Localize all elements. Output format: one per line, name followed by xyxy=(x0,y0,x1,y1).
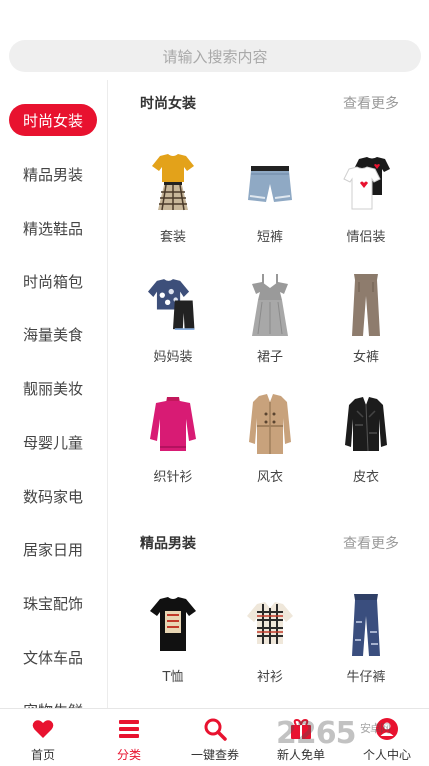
subcategory-label: 风衣 xyxy=(256,470,283,485)
mom-outfit-icon xyxy=(148,270,198,340)
bottom-tab-bar: 首页 分类 一键查券 新人免单 个人中心 xyxy=(0,708,429,766)
subcategory-label: T恤 xyxy=(162,670,184,685)
list-icon xyxy=(119,720,139,738)
subcategory-item[interactable]: 裙子 xyxy=(220,270,320,380)
category-content: 时尚女装 查看更多 套装 短裤 情侣装 妈妈装 裙子 女裤 织针衫 风衣 皮衣 … xyxy=(109,80,429,708)
subcategory-item[interactable]: 情侣装 xyxy=(316,150,416,260)
subcategory-item[interactable]: 织针衫 xyxy=(123,390,223,500)
sidebar-item-sports-car[interactable]: 文体车品 xyxy=(9,641,97,673)
subcategory-item[interactable]: 套装 xyxy=(123,150,223,260)
tab-profile[interactable]: 个人中心 xyxy=(344,709,429,766)
sidebar-item-bags[interactable]: 时尚箱包 xyxy=(9,265,97,297)
subcategory-item[interactable]: T恤 xyxy=(123,590,223,700)
womens-pants-icon xyxy=(341,270,391,340)
subcategory-label: 女裤 xyxy=(352,350,379,365)
subcategory-item[interactable]: 短裤 xyxy=(220,150,320,260)
section-title: 精品男装 xyxy=(140,536,196,552)
trench-coat-icon xyxy=(245,390,295,460)
sidebar-item-baby[interactable]: 母婴儿童 xyxy=(9,426,97,458)
watermark-subtext: 安卓网 xyxy=(360,722,391,735)
tab-label: 首页 xyxy=(30,748,55,762)
subcategory-item[interactable]: 牛仔裤 xyxy=(316,590,416,700)
subcategory-label: 裙子 xyxy=(256,350,283,365)
sidebar-item-home[interactable]: 居家日用 xyxy=(9,533,97,565)
category-sidebar: 时尚女装 精品男装 精选鞋品 时尚箱包 海量美食 靓丽美妆 母婴儿童 数码家电 … xyxy=(0,80,108,708)
sidebar-item-food[interactable]: 海量美食 xyxy=(9,318,97,350)
section-header: 精品男装 查看更多 xyxy=(109,533,429,557)
denim-shorts-icon xyxy=(245,150,295,220)
tab-coupon-search[interactable]: 一键查券 xyxy=(172,709,258,766)
subcategory-item[interactable]: 妈妈装 xyxy=(123,270,223,380)
sidebar-item-womens-fashion[interactable]: 时尚女装 xyxy=(9,104,97,136)
subcategory-label: 衬衫 xyxy=(256,670,283,685)
subcategory-label: 牛仔裤 xyxy=(346,670,386,685)
sidebar-item-pets[interactable]: 宠物生鲜 xyxy=(9,694,97,709)
sidebar-item-beauty[interactable]: 靓丽美妆 xyxy=(9,372,97,404)
couple-tshirts-icon xyxy=(341,150,391,220)
watermark-text: 2265 xyxy=(276,716,356,751)
tshirt-icon xyxy=(148,590,198,660)
leather-jacket-icon xyxy=(341,390,391,460)
subcategory-item[interactable]: 皮衣 xyxy=(316,390,416,500)
outfit-set-icon xyxy=(148,150,198,220)
subcategory-label: 情侣装 xyxy=(346,230,386,245)
tab-label: 个人中心 xyxy=(362,748,411,762)
tab-label: 一键查券 xyxy=(190,748,239,762)
subcategory-item[interactable]: 衬衫 xyxy=(220,590,320,700)
knit-sweater-icon xyxy=(148,390,198,460)
section-title: 时尚女装 xyxy=(140,96,196,112)
tab-label: 分类 xyxy=(116,748,141,762)
search-icon xyxy=(204,718,227,741)
tab-category[interactable]: 分类 xyxy=(86,709,172,766)
subcategory-label: 套装 xyxy=(159,230,186,245)
watermark-logo: 2265 安卓网 xyxy=(276,716,391,751)
plaid-shirt-icon xyxy=(245,590,295,660)
subcategory-label: 织针衫 xyxy=(153,470,193,485)
subcategory-label: 妈妈装 xyxy=(153,350,193,365)
subcategory-item[interactable]: 女裤 xyxy=(316,270,416,380)
subcategory-label: 短裤 xyxy=(256,230,283,245)
see-more-link[interactable]: 查看更多 xyxy=(343,93,399,113)
sidebar-item-electronics[interactable]: 数码家电 xyxy=(9,480,97,512)
sidebar-item-jewelry[interactable]: 珠宝配饰 xyxy=(9,587,97,619)
tab-home[interactable]: 首页 xyxy=(0,709,86,766)
search-input[interactable]: 请输入搜索内容 xyxy=(9,40,421,72)
sidebar-item-shoes[interactable]: 精选鞋品 xyxy=(9,212,97,244)
see-more-link[interactable]: 查看更多 xyxy=(343,533,399,553)
dress-icon xyxy=(245,270,295,340)
heart-icon xyxy=(32,720,54,738)
search-bar: 请输入搜索内容 xyxy=(0,0,429,80)
sidebar-item-mens-fashion[interactable]: 精品男装 xyxy=(9,158,97,190)
subcategory-item[interactable]: 风衣 xyxy=(220,390,320,500)
section-header: 时尚女装 查看更多 xyxy=(109,93,429,117)
subcategory-label: 皮衣 xyxy=(352,470,379,485)
jeans-icon xyxy=(341,590,391,660)
